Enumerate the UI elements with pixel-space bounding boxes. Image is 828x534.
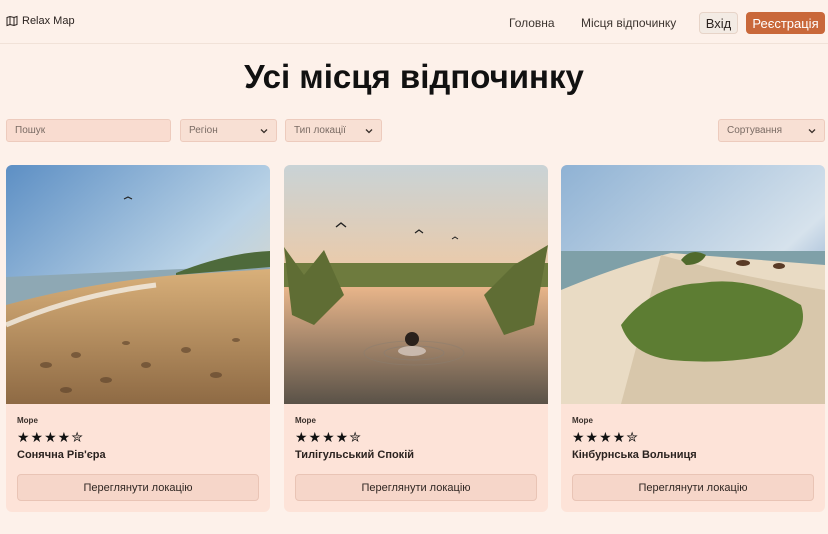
view-location-button[interactable]: Переглянути локацію <box>572 474 814 501</box>
lagoon-swimmer-photo[interactable] <box>284 165 548 404</box>
card-title[interactable]: Тилігульський Спокій <box>295 449 414 461</box>
page-title: Усі місця відпочинку <box>244 58 584 95</box>
card-title[interactable]: Кінбурнська Вольниця <box>572 449 697 461</box>
view-location-button[interactable]: Переглянути локацію <box>295 474 537 501</box>
rating-stars: ★★★★✮ <box>295 429 362 445</box>
top-navbar: Relax Map Головна Місця відпочинку Вхід … <box>0 0 828 44</box>
location-card: Море ★★★★✮ Сонячна Рів'єра Переглянути л… <box>6 165 270 512</box>
card-category: Море <box>17 416 38 425</box>
brand-logo[interactable]: Relax Map <box>6 15 75 27</box>
view-location-button[interactable]: Переглянути локацію <box>17 474 259 501</box>
sort-select-label: Сортування <box>727 125 783 136</box>
brand-name: Relax Map <box>22 15 75 27</box>
chevron-down-icon <box>808 128 816 133</box>
register-button[interactable]: Реєстрація <box>746 12 825 34</box>
rating-stars: ★★★★✮ <box>17 429 84 445</box>
location-card: Море ★★★★✮ Кінбурнська Вольниця Переглян… <box>561 165 825 512</box>
nav-link-home[interactable]: Головна <box>509 16 555 30</box>
map-icon <box>6 15 18 27</box>
login-button[interactable]: Вхід <box>699 12 738 34</box>
location-card: Море ★★★★✮ Тилігульський Спокій Переглян… <box>284 165 548 512</box>
rating-stars: ★★★★✮ <box>572 429 639 445</box>
beach-sunset-photo[interactable] <box>6 165 270 404</box>
region-select-label: Регіон <box>189 125 218 136</box>
search-input[interactable]: Пошук <box>6 119 171 142</box>
sand-spit-photo[interactable] <box>561 165 825 404</box>
search-placeholder: Пошук <box>15 125 46 136</box>
location-type-select[interactable]: Тип локації <box>285 119 382 142</box>
nav-link-places[interactable]: Місця відпочинку <box>581 16 676 30</box>
region-select[interactable]: Регіон <box>180 119 277 142</box>
sort-select[interactable]: Сортування <box>718 119 825 142</box>
chevron-down-icon <box>260 128 268 133</box>
card-category: Море <box>295 416 316 425</box>
chevron-down-icon <box>365 128 373 133</box>
card-title[interactable]: Сонячна Рів'єра <box>17 449 106 461</box>
card-category: Море <box>572 416 593 425</box>
location-type-select-label: Тип локації <box>294 125 346 136</box>
